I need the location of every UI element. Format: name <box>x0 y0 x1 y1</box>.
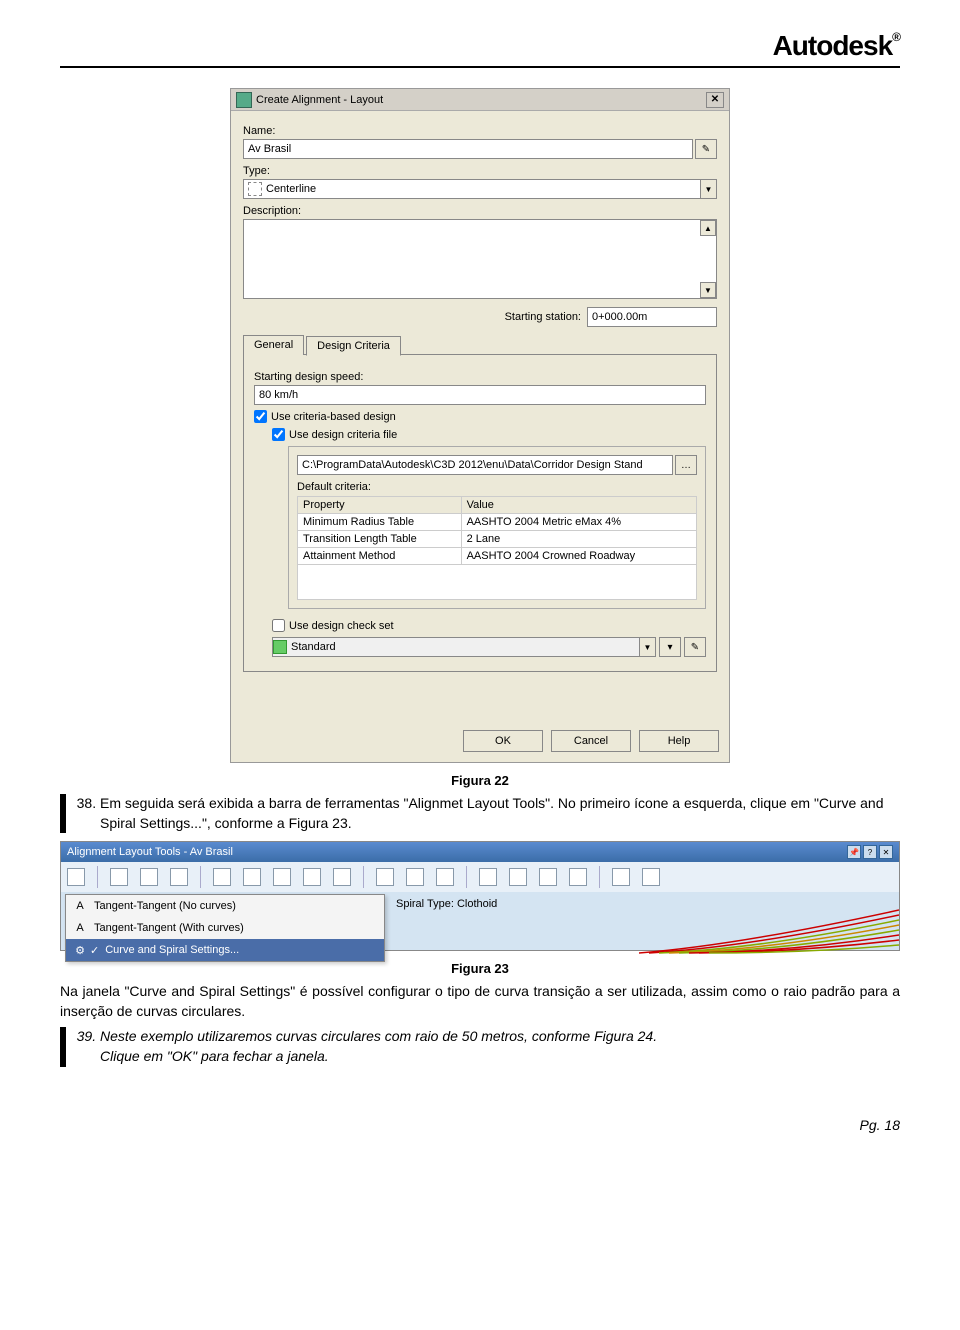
table-row: Transition Length Table 2 Lane <box>298 531 697 548</box>
tab-content-criteria: Starting design speed: Use criteria-base… <box>243 355 717 672</box>
menu-item-curve-spiral-settings[interactable]: ⚙ ✓ Curve and Spiral Settings... <box>66 939 384 961</box>
tool-icon[interactable] <box>569 868 587 886</box>
station-input[interactable] <box>587 307 717 327</box>
standard-icon <box>273 640 287 654</box>
table-row: Attainment Method AASHTO 2004 Crowned Ro… <box>298 548 697 565</box>
spiral-type-label: Spiral Type: Clothoid <box>396 898 497 910</box>
toolbar-help-icon[interactable]: ? <box>863 845 877 859</box>
tool-icon[interactable] <box>539 868 557 886</box>
alignment-layout-toolbar: Alignment Layout Tools - Av Brasil 📌 ? ✕ <box>60 841 900 951</box>
toolbar-titlebar: Alignment Layout Tools - Av Brasil 📌 ? ✕ <box>61 842 899 862</box>
close-button[interactable]: ✕ <box>706 92 724 108</box>
autodesk-logo: Autodesk® <box>773 30 900 61</box>
description-label: Description: <box>243 205 717 217</box>
tool-icon[interactable] <box>67 868 85 886</box>
tool-icon[interactable] <box>612 868 630 886</box>
instruction-39: Neste exemplo utilizaremos curvas circul… <box>60 1027 900 1066</box>
tool-icon[interactable] <box>243 868 261 886</box>
help-button[interactable]: Help <box>639 730 719 752</box>
use-checkset-label: Use design check set <box>289 620 394 632</box>
menu-item-with-curves[interactable]: A Tangent-Tangent (With curves) <box>66 917 384 939</box>
tool-icon[interactable] <box>406 868 424 886</box>
tool-icon[interactable] <box>333 868 351 886</box>
table-header-property: Property <box>298 497 462 514</box>
toolbar-title: Alignment Layout Tools - Av Brasil <box>67 846 233 858</box>
description-textarea[interactable]: ▲ ▼ <box>243 219 717 299</box>
tool-icon[interactable] <box>479 868 497 886</box>
station-label: Starting station: <box>505 311 581 323</box>
toolbar-close-icon[interactable]: ✕ <box>879 845 893 859</box>
dialog-titlebar: Create Alignment - Layout ✕ <box>231 89 729 111</box>
tool-icon[interactable] <box>213 868 231 886</box>
use-criteria-label: Use criteria-based design <box>271 411 396 423</box>
tabs: General Design Criteria <box>243 335 717 355</box>
scroll-up-icon[interactable]: ▲ <box>700 220 716 236</box>
tab-general[interactable]: General <box>243 335 304 355</box>
use-checkset-checkbox[interactable] <box>272 619 285 632</box>
cancel-button[interactable]: Cancel <box>551 730 631 752</box>
speed-label: Starting design speed: <box>254 371 706 383</box>
body-paragraph: Na janela "Curve and Spiral Settings" é … <box>60 982 900 1021</box>
tool-icon[interactable] <box>642 868 660 886</box>
centerline-icon <box>248 182 262 196</box>
settings-icon: ⚙ <box>72 942 88 958</box>
instruction-38: Em seguida será exibida a barra de ferra… <box>60 794 900 833</box>
checkset-action-1[interactable]: ▾ <box>659 637 681 657</box>
page-header: Autodesk® <box>60 30 900 68</box>
road-curves-graphic <box>639 905 899 955</box>
page-footer: Pg. 18 <box>60 1117 900 1133</box>
checkset-dropdown[interactable]: Standard ▼ <box>272 637 656 657</box>
checkset-action-2[interactable]: ✎ <box>684 637 706 657</box>
name-picker-button[interactable]: ✎ <box>695 139 717 159</box>
chevron-down-icon: ▼ <box>639 638 655 656</box>
toolbar-icons-row <box>61 862 899 892</box>
design-file-group: … Default criteria: Property Value Minim… <box>288 446 706 609</box>
dialog-icon <box>236 92 252 108</box>
alignment-icon: A <box>72 898 88 914</box>
type-label: Type: <box>243 165 717 177</box>
use-file-checkbox[interactable] <box>272 428 285 441</box>
create-alignment-dialog: Create Alignment - Layout ✕ Name: ✎ Type… <box>230 88 730 763</box>
ok-button[interactable]: OK <box>463 730 543 752</box>
table-header-value: Value <box>461 497 696 514</box>
figure-23-caption: Figura 23 <box>60 961 900 976</box>
tool-icon[interactable] <box>303 868 321 886</box>
use-criteria-checkbox[interactable] <box>254 410 267 423</box>
speed-input[interactable] <box>254 385 706 405</box>
table-row: Minimum Radius Table AASHTO 2004 Metric … <box>298 514 697 531</box>
toolbar-pin-icon[interactable]: 📌 <box>847 845 861 859</box>
name-label: Name: <box>243 125 717 137</box>
use-file-label: Use design criteria file <box>289 429 397 441</box>
alignment-icon: A <box>72 920 88 936</box>
figure-22-caption: Figura 22 <box>60 773 900 788</box>
tool-icon[interactable] <box>436 868 454 886</box>
dialog-title: Create Alignment - Layout <box>256 94 706 106</box>
tab-design-criteria[interactable]: Design Criteria <box>306 336 401 356</box>
scroll-down-icon[interactable]: ▼ <box>700 282 716 298</box>
tool-icon[interactable] <box>509 868 527 886</box>
tool-icon[interactable] <box>273 868 291 886</box>
criteria-table: Property Value Minimum Radius Table AASH… <box>297 496 697 600</box>
browse-button[interactable]: … <box>675 455 697 475</box>
tool-menu: A Tangent-Tangent (No curves) A Tangent-… <box>65 894 385 962</box>
tool-icon[interactable] <box>110 868 128 886</box>
tool-icon[interactable] <box>170 868 188 886</box>
chevron-down-icon: ▼ <box>700 180 716 198</box>
default-criteria-label: Default criteria: <box>297 481 697 493</box>
name-input[interactable] <box>243 139 693 159</box>
menu-item-no-curves[interactable]: A Tangent-Tangent (No curves) <box>66 895 384 917</box>
tool-icon[interactable] <box>140 868 158 886</box>
tool-icon[interactable] <box>376 868 394 886</box>
file-path-input[interactable] <box>297 455 673 475</box>
type-dropdown[interactable]: Centerline ▼ <box>243 179 717 199</box>
